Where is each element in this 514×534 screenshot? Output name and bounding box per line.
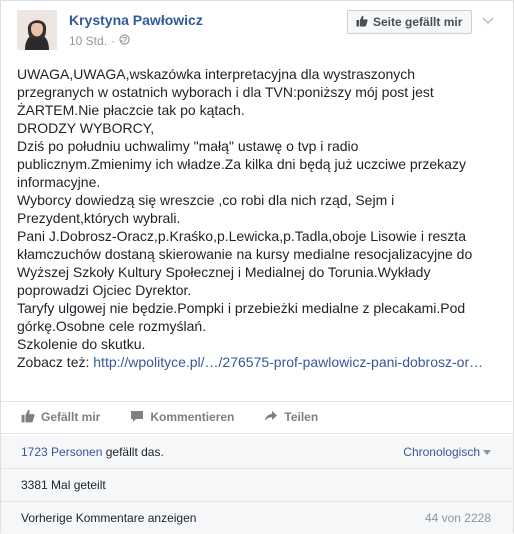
post-line: kłamczuchów dostaną skierowanie na kursy… [17,246,473,262]
comment-button[interactable]: Kommentieren [130,409,234,426]
post-line: Wyborcy dowiedzą się wreszcie ,co robi d… [17,192,395,208]
shares-link[interactable]: 3381 Mal geteilt [21,478,106,492]
post-time[interactable]: 10 Std. [69,34,107,48]
share-button[interactable]: Teilen [264,409,318,426]
post-line: przegranych w ostatnich wyborach i dla T… [17,84,434,100]
post-line: górkę.Osobne cele rozmyślań. [17,318,207,334]
post-line: DRODZY WYBORCY, [17,120,155,136]
like-page-button[interactable]: Seite gefällt mir [347,10,473,34]
post-meta: 10 Std. · [69,34,130,48]
author-name[interactable]: Krystyna Pawłowicz [69,12,203,28]
comments-row: Vorherige Kommentare anzeigen 44 von 222… [1,502,513,534]
comment-count: 44 von 2228 [424,511,491,525]
post-line: Taryfy ulgowej nie będzie.Pompki i przeb… [17,300,466,316]
meta-separator: · [111,34,116,48]
globe-icon [119,34,130,48]
divider [1,433,513,434]
post-line: publicznym.Zmienimy ich władze.Za kilka … [17,156,466,172]
post-line: UWAGA,UWAGA,wskazówka interpretacyjna dl… [17,66,416,82]
comment-label: Kommentieren [150,410,235,424]
see-also-label: Zobacz też: [17,354,90,370]
likes-suffix: gefällt das. [105,445,164,459]
post-card: Krystyna Pawłowicz 10 Std. · Seite gefäl… [0,0,514,534]
post-header: Krystyna Pawłowicz 10 Std. · Seite gefäl… [1,1,513,63]
author-avatar[interactable] [17,10,57,50]
comment-icon [130,409,144,426]
like-label: Gefällt mir [41,410,101,424]
action-bar: Gefällt mir Kommentieren Teilen [1,402,513,432]
thumbs-up-icon [356,15,368,30]
like-button[interactable]: Gefällt mir [21,409,100,426]
see-also-line: Zobacz też: http://wpolityce.pl/…/276575… [17,353,503,371]
share-label: Teilen [284,410,319,424]
previous-comments-link[interactable]: Vorherige Kommentare anzeigen [21,511,196,525]
caret-down-icon [483,445,491,459]
likes-summary: 1723 Personen gefällt das. [21,445,164,459]
likes-row: 1723 Personen gefällt das. Chronologisch [1,436,513,468]
like-page-label: Seite gefällt mir [373,15,463,29]
post-line: Szkolenie do skutku. [17,336,146,352]
post-body: UWAGA,UWAGA,wskazówka interpretacyjna dl… [17,65,503,371]
sort-label: Chronologisch [403,445,480,459]
post-line: poprowadzi Ojciec Dyrektor. [17,282,192,298]
shares-row: 3381 Mal geteilt [1,469,513,501]
sort-dropdown[interactable]: Chronologisch [403,445,491,459]
post-line: Prezydent,których wybrali. [17,210,181,226]
likes-count-link[interactable]: 1723 Personen [21,445,102,459]
post-line: Dziś po południu uchwalimy "małą" ustawę… [17,138,359,154]
thumbs-up-icon [21,409,35,426]
post-line: Wyższej Szkoły Kultury Społecznej i Medi… [17,264,431,280]
post-line: Pani J.Dobrosz-Oracz,p.Kraśko,p.Lewicka,… [17,228,466,244]
see-also-link[interactable]: http://wpolityce.pl/…/276575-prof-pawlow… [93,354,483,370]
share-icon [264,409,278,426]
post-line: informacyjne. [17,174,101,190]
chevron-down-icon[interactable] [479,11,497,29]
post-line: ŻARTEM.Nie płaczcie tak po kątach. [17,102,245,118]
